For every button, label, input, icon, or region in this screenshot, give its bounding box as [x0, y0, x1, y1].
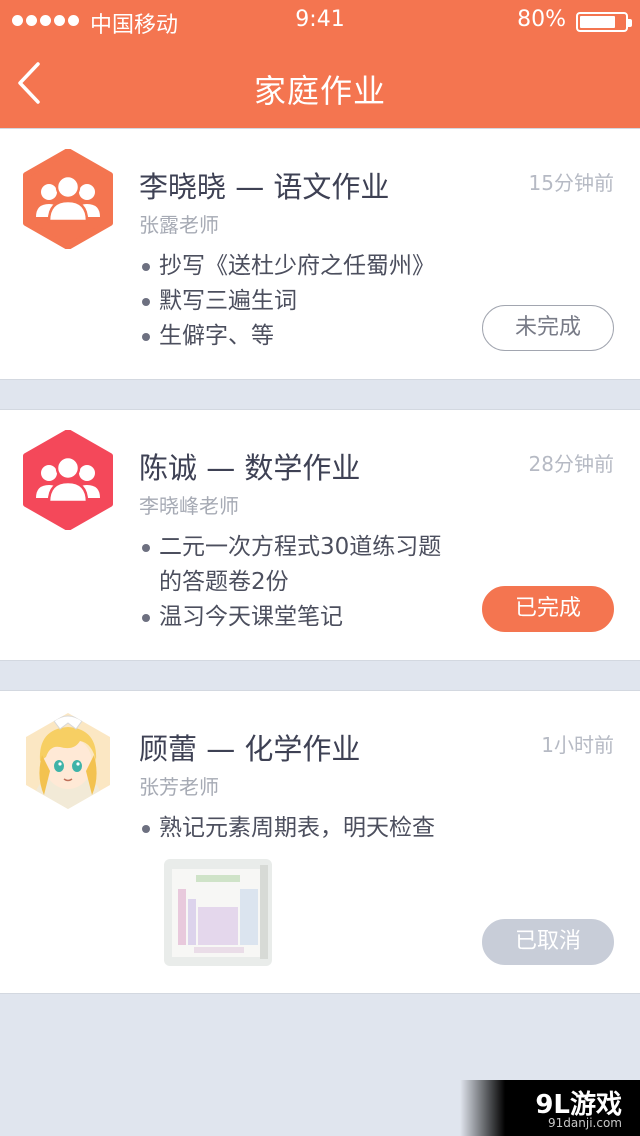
periodic-table-photo: [164, 859, 272, 966]
group-icon: [23, 149, 113, 249]
task-list: 抄写《送杜少府之任蜀州》 默写三遍生词 生僻字、等: [141, 249, 435, 354]
status-button-cancelled[interactable]: 已取消: [482, 919, 614, 965]
watermark-url: 91danji.com: [548, 1116, 622, 1130]
homework-time: 15分钟前: [528, 171, 614, 195]
status-button-completed[interactable]: 已完成: [482, 586, 614, 632]
homework-time: 1小时前: [541, 733, 614, 757]
task-item-continued: 的答题卷2份: [159, 569, 289, 595]
task-item: 生僻字、等: [141, 319, 435, 354]
watermark: 9L游戏 91danji.com: [460, 1080, 640, 1136]
homework-card[interactable]: 李晓晓 — 语文作业 15分钟前 张露老师 抄写《送杜少府之任蜀州》 默写三遍生…: [0, 128, 640, 380]
task-item: 默写三遍生词: [141, 284, 435, 319]
task-item: 抄写《送杜少府之任蜀州》: [141, 249, 435, 284]
header: 中国移动 9:41 80% 家庭作业: [0, 0, 640, 128]
teacher-name: 李晓峰老师: [139, 494, 239, 518]
homework-title: 陈诚 — 数学作业: [139, 451, 361, 485]
task-item: 二元一次方程式30道练习题: [141, 530, 441, 565]
battery-percent: 80%: [517, 7, 566, 32]
task-list: 熟记元素周期表，明天检查: [141, 811, 435, 846]
task-item: 熟记元素周期表，明天检查: [141, 811, 435, 846]
attachment-thumbnail[interactable]: [164, 859, 272, 966]
task-list: 二元一次方程式30道练习题 的答题卷2份 温习今天课堂笔记: [141, 530, 441, 635]
homework-title: 李晓晓 — 语文作业: [139, 170, 390, 204]
homework-time: 28分钟前: [528, 452, 614, 476]
homework-card[interactable]: 顾蕾 — 化学作业 1小时前 张芳老师 熟记元素周期表，明天检查 已取消: [0, 690, 640, 994]
status-button-incomplete[interactable]: 未完成: [482, 305, 614, 351]
teacher-name: 张芳老师: [139, 775, 219, 799]
page-title: 家庭作业: [253, 72, 386, 110]
status-bar: 中国移动 9:41 80%: [0, 0, 640, 40]
homework-title: 顾蕾 — 化学作业: [139, 732, 361, 766]
group-icon: [23, 430, 113, 530]
nav-bar: 家庭作业: [0, 40, 640, 128]
teacher-name: 张露老师: [139, 213, 219, 237]
task-item: 温习今天课堂笔记: [141, 600, 441, 635]
battery-icon: [576, 12, 632, 32]
homework-card[interactable]: 陈诚 — 数学作业 28分钟前 李晓峰老师 二元一次方程式30道练习题 的答题卷…: [0, 409, 640, 661]
anime-girl-avatar: [26, 713, 110, 809]
